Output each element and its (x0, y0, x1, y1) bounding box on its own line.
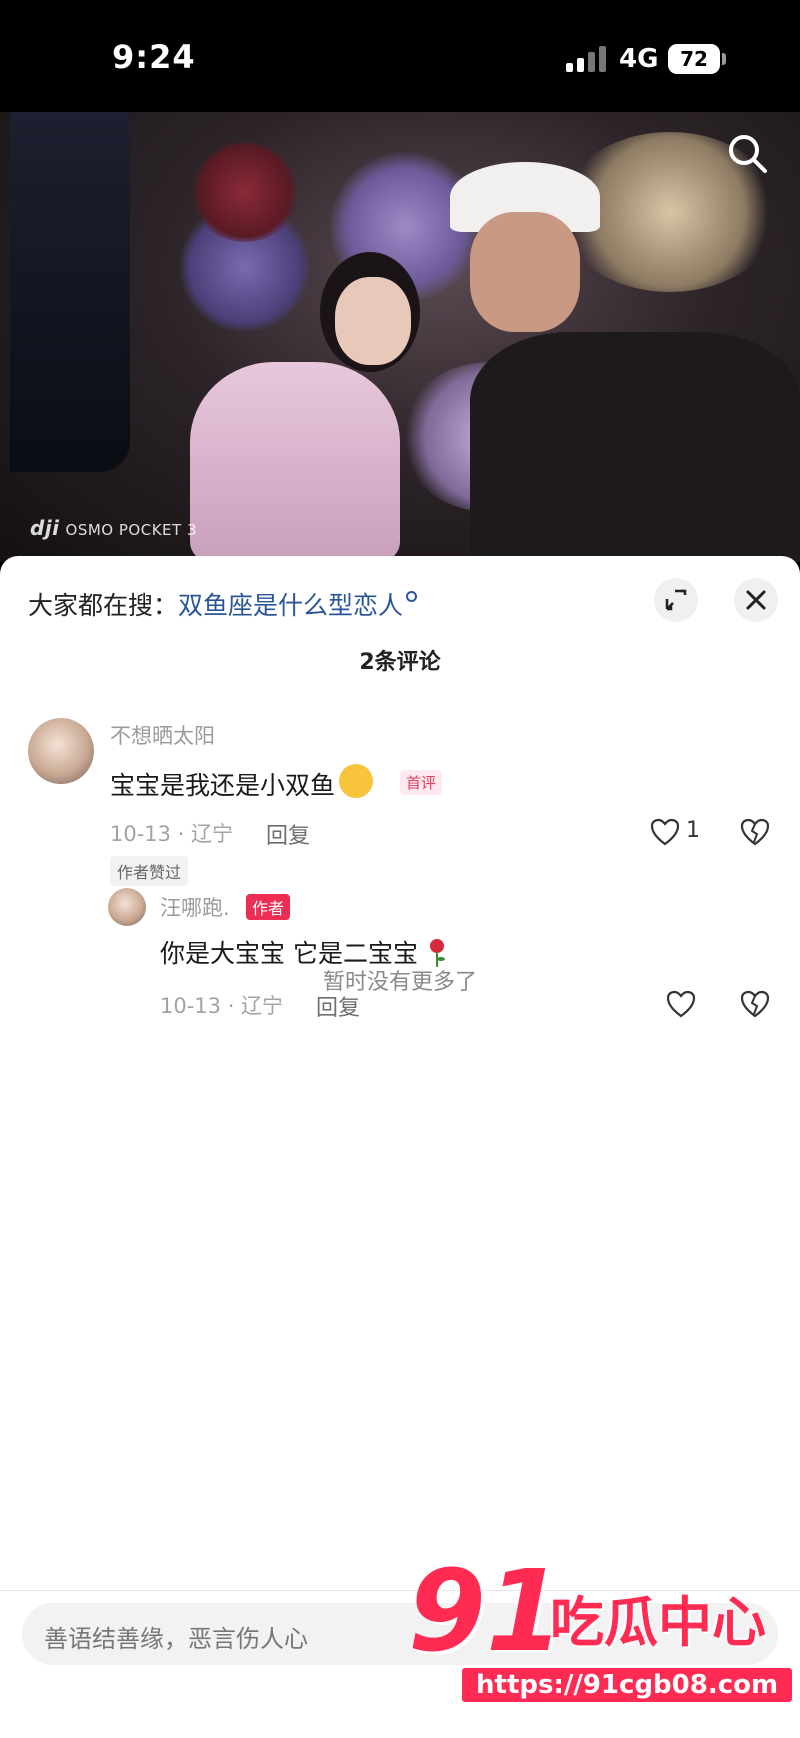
author-liked-badge: 作者赞过 (110, 856, 189, 886)
site-watermark: 91 吃瓜中心 https://91cgb08.com (400, 1556, 800, 1726)
no-more-comments: 暂时没有更多了 (322, 970, 477, 995)
status-bar: 9:24 4G 72 (0, 0, 800, 112)
avatar[interactable] (28, 718, 94, 784)
expand-icon (665, 589, 687, 611)
dislike-icon[interactable] (740, 818, 770, 846)
watermark-text: 吃瓜中心 (550, 1591, 766, 1654)
reply-username[interactable]: 汪哪跑. (160, 892, 230, 922)
reply-button[interactable]: 回复 (266, 818, 310, 850)
search-suggestion-label: 大家都在搜： (28, 591, 179, 620)
comment-username[interactable]: 不想晒太阳 (110, 720, 215, 750)
camera-model: OSMO POCKET 3 (65, 521, 197, 539)
close-icon (746, 590, 766, 610)
like-count: 1 (686, 818, 700, 843)
search-button[interactable] (724, 130, 772, 178)
network-type: 4G (619, 44, 659, 74)
watermark-number: 91 (408, 1547, 564, 1677)
search-suggestion-query[interactable]: 双鱼座是什么型恋人 (178, 591, 403, 620)
small-search-icon (406, 591, 418, 602)
woman-figure (170, 242, 430, 562)
search-suggestion[interactable]: 大家都在搜：双鱼座是什么型恋人 (28, 586, 418, 622)
flower-decoration (190, 142, 300, 242)
comment-text: 宝宝是我还是小双鱼 (110, 760, 374, 802)
comment-input-placeholder: 善语结善缘，恶言伤人心 (44, 1625, 308, 1653)
watermark-url: https://91cgb08.com (462, 1668, 793, 1702)
battery-icon: 72 (668, 44, 720, 74)
comment-body: 宝宝是我还是小双鱼 (110, 771, 336, 800)
signal-icon (566, 46, 608, 72)
video-player[interactable]: dji OSMO POCKET 3 (0, 112, 800, 562)
car-window (10, 112, 130, 472)
comment-count: 2条评论 (359, 650, 441, 675)
status-time: 9:24 (112, 38, 196, 76)
search-icon (729, 135, 767, 173)
author-badge: 作者 (246, 894, 291, 920)
battery-tip (722, 53, 726, 65)
camera-watermark: dji OSMO POCKET 3 (30, 516, 197, 540)
comment-date-location: 10-13 · 辽宁 (110, 822, 234, 846)
close-button[interactable] (734, 578, 778, 622)
like-icon[interactable] (650, 818, 680, 846)
thinking-emoji-icon (339, 764, 374, 798)
avatar[interactable] (108, 888, 146, 926)
first-comment-badge: 首评 (400, 770, 443, 795)
man-figure (430, 142, 800, 562)
expand-button[interactable] (654, 578, 698, 622)
dji-logo: dji (30, 516, 60, 540)
